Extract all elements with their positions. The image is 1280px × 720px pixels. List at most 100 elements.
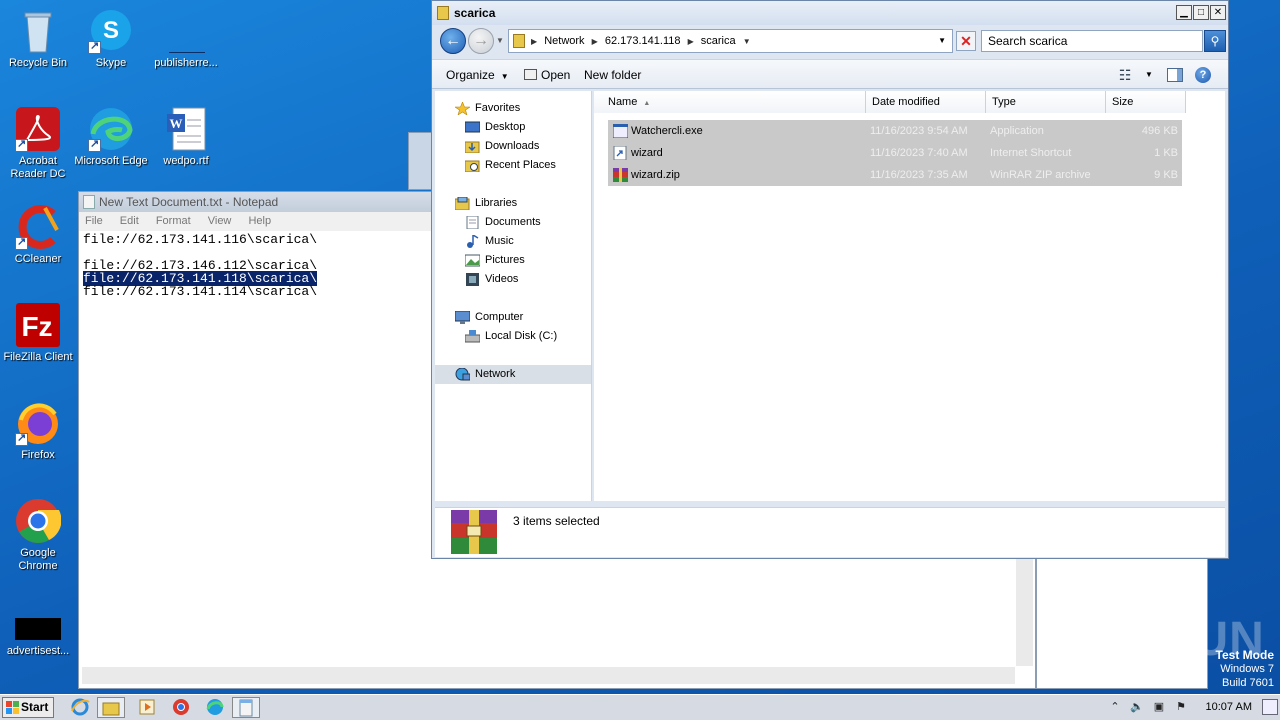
nav-recent-places[interactable]: Recent Places xyxy=(435,156,591,175)
build-number-line: Build 7601 xyxy=(1222,677,1274,689)
desktop-icon-skype[interactable]: S Skype xyxy=(73,8,149,70)
desktop-icon-recycle-bin[interactable]: Recycle Bin xyxy=(0,8,76,70)
edge-icon xyxy=(205,699,225,720)
desktop-icon-edge[interactable]: Microsoft Edge xyxy=(73,106,149,168)
shortcut-arrow-icon xyxy=(15,235,28,250)
desktop-icon-advertisest[interactable]: advertisest... xyxy=(0,612,76,658)
menu-help[interactable]: Help xyxy=(248,215,271,227)
explorer-window[interactable]: scarica ▁ □ ✕ ← → ▼ ▶ Network ▶ 62.173.1… xyxy=(431,0,1229,559)
nav-network[interactable]: Network xyxy=(435,365,591,384)
background-window-edge[interactable] xyxy=(408,132,432,190)
winrar-archive-icon xyxy=(451,510,497,554)
action-center-flag-icon[interactable]: ⚑ xyxy=(1174,700,1188,714)
address-bar[interactable]: ▶ Network ▶ 62.173.141.118 ▶ scarica ▼ ▼ xyxy=(508,29,953,53)
nav-libraries[interactable]: Libraries xyxy=(435,194,591,213)
explorer-titlebar[interactable]: scarica ▁ □ ✕ xyxy=(432,1,1228,25)
nav-label: Recent Places xyxy=(485,159,556,171)
breadcrumb-network[interactable]: Network xyxy=(544,35,584,47)
organize-button[interactable]: Organize ▼ xyxy=(446,68,509,82)
taskbar-notepad[interactable] xyxy=(232,697,260,718)
address-dropdown-icon[interactable]: ▼ xyxy=(938,30,946,52)
file-name: wizard xyxy=(631,147,663,159)
star-icon xyxy=(454,101,471,116)
file-row-wizard-zip[interactable]: wizard.zip 11/16/2023 7:35 AM WinRAR ZIP… xyxy=(608,164,1182,186)
start-button[interactable]: Start xyxy=(2,697,54,718)
desktop-icon-publisher[interactable]: publisherre... xyxy=(148,8,224,70)
nav-videos[interactable]: Videos xyxy=(435,270,591,289)
file-type: Internet Shortcut xyxy=(990,147,1072,159)
show-hidden-icons-icon[interactable]: ⌃ xyxy=(1108,700,1122,714)
change-view-button[interactable]: ☷ xyxy=(1115,66,1135,84)
desktop-icon-chrome[interactable]: Google Chrome xyxy=(0,498,76,573)
desktop-icon-ccleaner[interactable]: CCleaner xyxy=(0,204,76,266)
taskbar-chrome[interactable] xyxy=(167,697,195,718)
chevron-right-icon[interactable]: ▶ xyxy=(531,37,537,46)
chevron-right-icon[interactable]: ▶ xyxy=(688,37,694,46)
file-row-wizard[interactable]: wizard 11/16/2023 7:40 AM Internet Short… xyxy=(608,142,1182,164)
nav-downloads[interactable]: Downloads xyxy=(435,137,591,156)
desktop-icon-acrobat[interactable]: Acrobat Reader DC xyxy=(0,106,76,181)
help-button[interactable]: ? xyxy=(1193,66,1213,84)
column-header-size[interactable]: Size xyxy=(1106,91,1186,113)
word-document-icon: W xyxy=(163,106,209,152)
column-header-name[interactable]: Name ▲ xyxy=(594,91,866,113)
svg-text:Fz: Fz xyxy=(21,311,52,342)
open-button[interactable]: Open xyxy=(524,68,570,82)
menu-file[interactable]: File xyxy=(85,215,103,227)
forward-button[interactable]: → xyxy=(468,28,494,54)
file-list[interactable]: Name ▲ Date modified Type Size Watchercli… xyxy=(594,91,1225,501)
menu-edit[interactable]: Edit xyxy=(120,215,139,227)
nav-pictures[interactable]: Pictures xyxy=(435,251,591,270)
nav-desktop[interactable]: Desktop xyxy=(435,118,591,137)
taskbar-edge[interactable] xyxy=(201,697,229,718)
nav-label: Local Disk (C:) xyxy=(485,330,558,342)
desktop-icon-firefox[interactable]: Firefox xyxy=(0,400,76,462)
preview-pane-button[interactable] xyxy=(1165,66,1185,84)
organize-label: Organize xyxy=(446,68,495,82)
back-button[interactable]: ← xyxy=(440,28,466,54)
column-header-type[interactable]: Type xyxy=(986,91,1106,113)
menu-view[interactable]: View xyxy=(208,215,232,227)
taskbar-media-player[interactable] xyxy=(133,697,161,718)
close-button[interactable]: ✕ xyxy=(1210,5,1226,20)
desktop-icon-wedpo[interactable]: W wedpo.rtf xyxy=(148,106,224,168)
desktop-icon-filezilla[interactable]: Fz FileZilla Client xyxy=(0,302,76,364)
open-label: Open xyxy=(541,68,571,82)
desktop-icon-label: wedpo.rtf xyxy=(163,155,209,167)
history-dropdown-icon[interactable]: ▼ xyxy=(496,36,504,45)
breadcrumb-host[interactable]: 62.173.141.118 xyxy=(605,35,681,47)
network-tray-icon[interactable]: ▣ xyxy=(1152,700,1166,714)
nav-label: Libraries xyxy=(475,197,518,209)
maximize-button[interactable]: □ xyxy=(1193,5,1209,20)
file-date: 11/16/2023 9:54 AM xyxy=(870,125,968,137)
nav-documents[interactable]: Documents xyxy=(435,213,591,232)
clock[interactable]: 10:07 AM xyxy=(1206,701,1252,713)
shortcut-arrow-icon xyxy=(15,431,28,446)
folder-icon xyxy=(437,6,449,20)
notepad-horizontal-scrollbar[interactable] xyxy=(82,667,1015,684)
nav-local-disk[interactable]: Local Disk (C:) xyxy=(435,327,591,346)
search-input[interactable]: Search scarica xyxy=(981,30,1203,52)
stop-refresh-button[interactable]: ✕ xyxy=(956,31,976,51)
view-dropdown-button[interactable]: ▼ xyxy=(1139,66,1159,84)
search-button[interactable]: ⚲ xyxy=(1204,30,1226,52)
chevron-down-icon[interactable]: ▼ xyxy=(743,37,751,46)
nav-favorites[interactable]: Favorites xyxy=(435,99,591,118)
column-header-date[interactable]: Date modified xyxy=(866,91,986,113)
volume-icon[interactable]: 🔈 xyxy=(1130,700,1144,714)
ccleaner-icon xyxy=(15,204,61,250)
taskbar-ie[interactable] xyxy=(66,697,94,718)
nav-computer[interactable]: Computer xyxy=(435,308,591,327)
breadcrumb-folder[interactable]: scarica xyxy=(701,35,736,47)
back-arrow-icon: ← xyxy=(445,32,461,49)
desktop-icon-label: Google Chrome xyxy=(18,547,58,572)
nav-music[interactable]: Music xyxy=(435,232,591,251)
minimize-button[interactable]: ▁ xyxy=(1176,5,1192,20)
file-row-watchercli[interactable]: Watchercli.exe 11/16/2023 9:54 AM Applic… xyxy=(608,120,1182,142)
chevron-right-icon[interactable]: ▶ xyxy=(592,37,598,46)
taskbar-explorer[interactable] xyxy=(97,697,125,718)
new-folder-button[interactable]: New folder xyxy=(584,68,641,82)
show-desktop-button[interactable] xyxy=(1262,699,1278,715)
column-type-label: Type xyxy=(992,96,1016,108)
menu-format[interactable]: Format xyxy=(156,215,191,227)
